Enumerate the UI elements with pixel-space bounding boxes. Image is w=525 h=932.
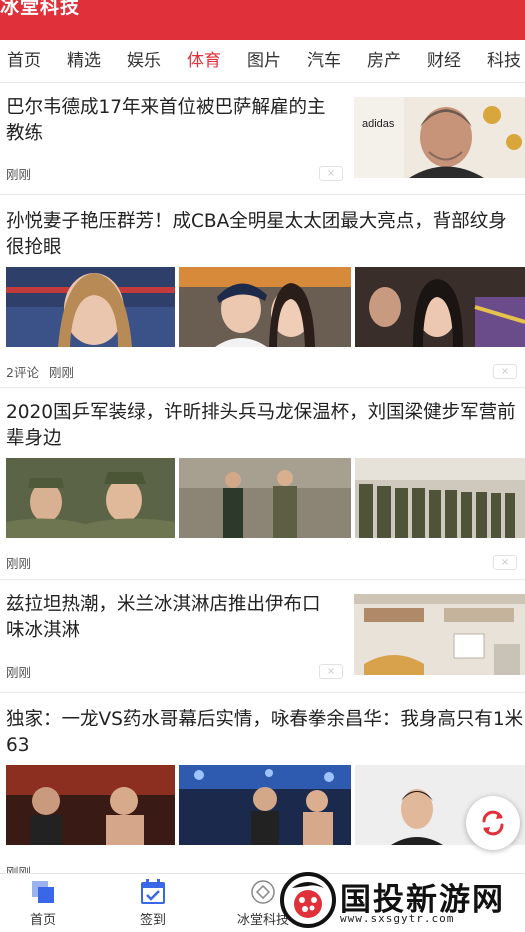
watermark: 国投新游网 www.sxsgytr.com bbox=[278, 870, 525, 932]
dismiss-button[interactable]: × bbox=[319, 166, 343, 181]
refresh-button[interactable] bbox=[466, 796, 520, 850]
tab-sports[interactable]: 体育 bbox=[187, 40, 221, 82]
article-thumbnail bbox=[355, 267, 525, 347]
nav-checkin[interactable]: 签到 bbox=[113, 878, 193, 928]
article-headline: 2020国乒军装绿，许昕排头兵马龙保温杯，刘国梁健步军营前辈身边 bbox=[6, 402, 516, 449]
article-thumbnail bbox=[354, 594, 525, 675]
article-thumbnail bbox=[179, 267, 351, 347]
article-time: 刚刚 bbox=[48, 365, 74, 380]
tab-tech[interactable]: 科技 bbox=[487, 40, 521, 82]
home-squares-icon bbox=[32, 881, 54, 903]
nav-checkin-label: 签到 bbox=[139, 913, 166, 928]
woman-courtside-photo bbox=[355, 267, 525, 347]
article-time: 刚刚 bbox=[6, 665, 32, 680]
article-thumbnail: adidas bbox=[354, 97, 525, 178]
news-feed[interactable]: 巴尔韦德成17年来首位被巴萨解雇的主教练 刚刚 × adidas 孙悦妻子艳压群… bbox=[0, 83, 525, 873]
article-thumbnail bbox=[179, 458, 351, 538]
article-headline: 孙悦妻子艳压群芳！成CBA全明星太太团最大亮点，背部纹身很抢眼 bbox=[6, 211, 507, 258]
dismiss-button[interactable]: × bbox=[319, 664, 343, 679]
nav-home[interactable]: 首页 bbox=[3, 878, 83, 928]
article-meta: 2评论 刚刚 bbox=[6, 362, 84, 381]
tab-featured[interactable]: 精选 bbox=[67, 40, 101, 82]
article-headline: 巴尔韦德成17年来首位被巴萨解雇的主教练 bbox=[6, 97, 326, 144]
article-meta: 刚刚 bbox=[6, 662, 41, 681]
two-women-photo bbox=[179, 267, 351, 347]
dismiss-button[interactable]: × bbox=[493, 555, 517, 570]
category-tabs: 首页 精选 娱乐 体育 图片 汽车 房产 财经 科技 bbox=[0, 40, 525, 83]
watermark-logo bbox=[280, 872, 336, 928]
officials-walking-photo bbox=[179, 458, 351, 538]
app-title: 冰堂科技 bbox=[0, 0, 81, 18]
coach-photo: adidas bbox=[354, 97, 525, 178]
fighters-arena-photo bbox=[179, 765, 351, 845]
article-thumbnail bbox=[6, 458, 175, 538]
article-item[interactable]: 兹拉坦热潮，米兰冰淇淋店推出伊布口味冰淇淋 刚刚 × bbox=[0, 580, 525, 693]
app-header: 冰堂科技 bbox=[0, 0, 525, 40]
article-thumbnail bbox=[355, 458, 525, 538]
article-item[interactable]: 巴尔韦德成17年来首位被巴萨解雇的主教练 刚刚 × adidas bbox=[0, 83, 525, 195]
watermark-url: www.sxsgytr.com bbox=[340, 912, 455, 925]
diamond-icon bbox=[251, 880, 275, 904]
article-thumbnail bbox=[6, 267, 175, 347]
article-time: 刚刚 bbox=[6, 167, 32, 182]
article-meta: 刚刚 bbox=[6, 164, 41, 183]
soldiers-closeup-photo bbox=[6, 458, 175, 538]
article-item[interactable]: 独家：一龙VS药水哥幕后实情，咏春拳余昌华：我身高只有1米63 刚刚 bbox=[0, 693, 525, 873]
refresh-icon bbox=[482, 810, 504, 836]
article-meta: 刚刚 bbox=[6, 553, 41, 572]
woman-arena-photo bbox=[6, 267, 175, 347]
dismiss-button[interactable]: × bbox=[493, 364, 517, 379]
article-comments: 2评论 bbox=[6, 365, 39, 380]
tab-realestate[interactable]: 房产 bbox=[367, 40, 401, 82]
article-item[interactable]: 孙悦妻子艳压群芳！成CBA全明星太太团最大亮点，背部纹身很抢眼 2评论 刚刚 × bbox=[0, 195, 525, 388]
article-time: 刚刚 bbox=[6, 556, 32, 571]
ice-cream-shop-photo bbox=[354, 594, 525, 675]
article-time: 刚刚 bbox=[6, 865, 32, 873]
article-thumbnail bbox=[179, 765, 351, 845]
tab-home[interactable]: 首页 bbox=[7, 40, 41, 82]
article-thumbnail bbox=[6, 765, 175, 845]
tab-finance[interactable]: 财经 bbox=[427, 40, 461, 82]
calendar-check-icon bbox=[141, 879, 165, 904]
article-item[interactable]: 2020国乒军装绿，许昕排头兵马龙保温杯，刘国梁健步军营前辈身边 刚刚 × bbox=[0, 388, 525, 580]
soldiers-line-photo bbox=[355, 458, 525, 538]
svg-text:adidas: adidas bbox=[362, 118, 395, 130]
tab-pictures[interactable]: 图片 bbox=[247, 40, 281, 82]
tab-entertainment[interactable]: 娱乐 bbox=[127, 40, 161, 82]
tab-auto[interactable]: 汽车 bbox=[307, 40, 341, 82]
article-headline: 独家：一龙VS药水哥幕后实情，咏春拳余昌华：我身高只有1米63 bbox=[6, 709, 524, 756]
article-headline: 兹拉坦热潮，米兰冰淇淋店推出伊布口味冰淇淋 bbox=[6, 594, 321, 641]
nav-home-label: 首页 bbox=[29, 913, 56, 928]
article-meta: 刚刚 bbox=[6, 862, 41, 873]
fighters-stage-photo bbox=[6, 765, 175, 845]
